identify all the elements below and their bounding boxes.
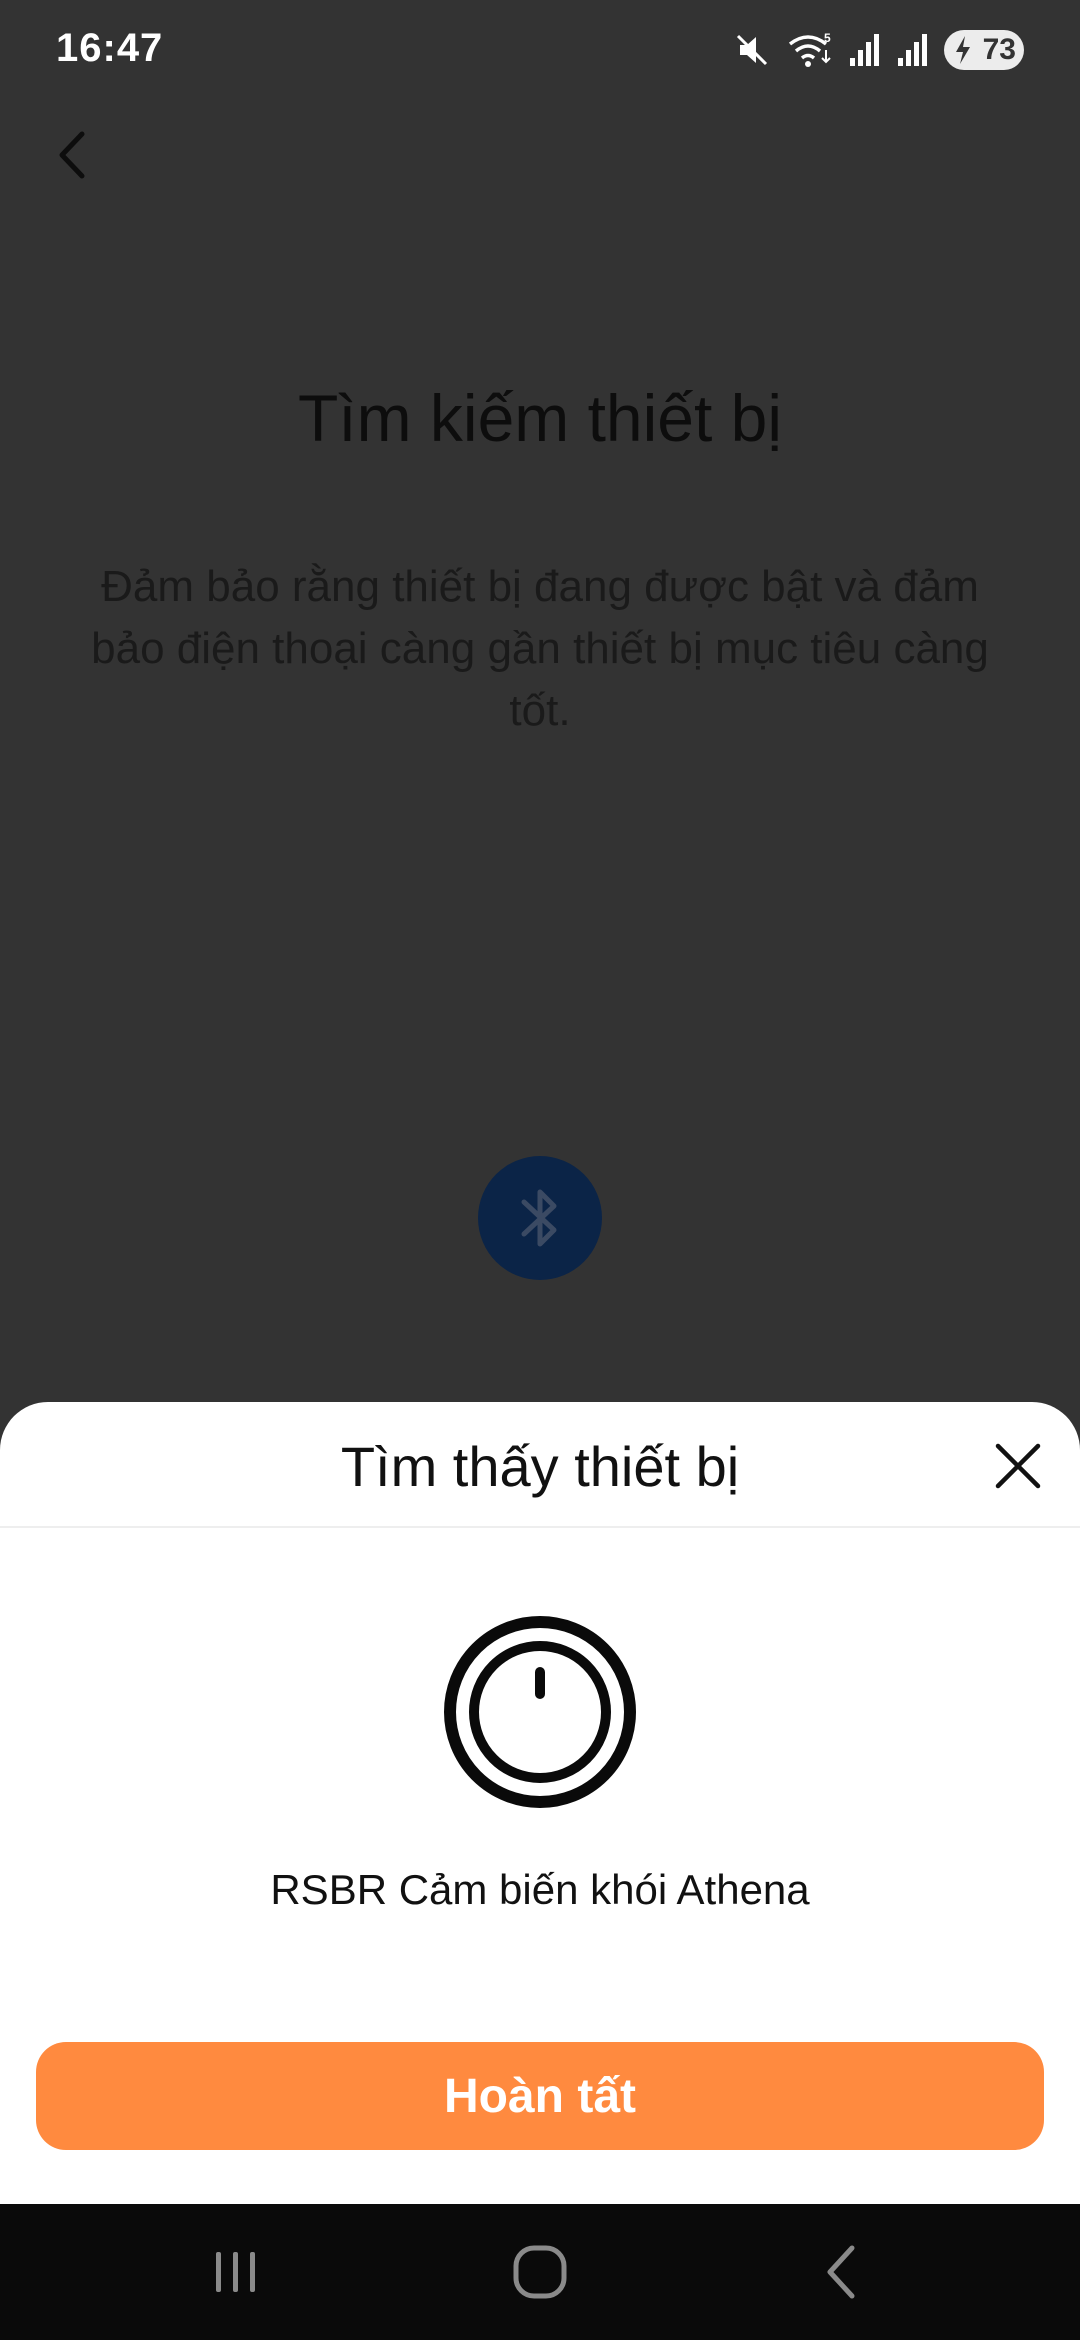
signal-icon [898,34,927,66]
close-icon[interactable] [990,1438,1046,1494]
mute-icon [736,34,768,66]
page-description: Đảm bảo rằng thiết bị đang được bật và đ… [91,562,989,735]
back-button[interactable] [46,122,96,188]
screen: 16:47 5 73 Tìm kiếm thiết bị Đảm bảo rằn… [0,0,1080,2340]
battery-level: 73 [982,33,1016,66]
svg-text:5: 5 [824,31,831,45]
navigation-bar [0,2204,1080,2340]
home-button[interactable] [510,2242,570,2302]
bluetooth-scan-indicator [478,1156,602,1280]
wifi-icon: 5 [788,31,831,67]
charging-bolt-icon [956,36,970,64]
recent-apps-button[interactable] [206,2242,266,2302]
status-time: 16:47 [56,26,164,70]
back-nav-button[interactable] [812,2242,872,2302]
done-button[interactable]: Hoàn tất [36,2042,1044,2150]
battery-icon: 73 [944,30,1024,70]
sheet-title: Tìm thấy thiết bị [340,1435,740,1498]
signal-icon [850,34,879,66]
device-found-sheet: Tìm thấy thiết bị RSBR Cảm biến khói Ath… [0,1402,1080,2204]
status-icons: 5 73 [732,28,1024,72]
device-name: RSBR Cảm biến khói Athena [270,1866,810,1913]
status-bar: 16:47 5 73 [0,0,1080,100]
sheet-header: Tìm thấy thiết bị [0,1402,1080,1528]
page-title: Tìm kiếm thiết bị [297,381,783,455]
smoke-sensor-icon [444,1616,636,1808]
bluetooth-icon [521,1189,557,1247]
